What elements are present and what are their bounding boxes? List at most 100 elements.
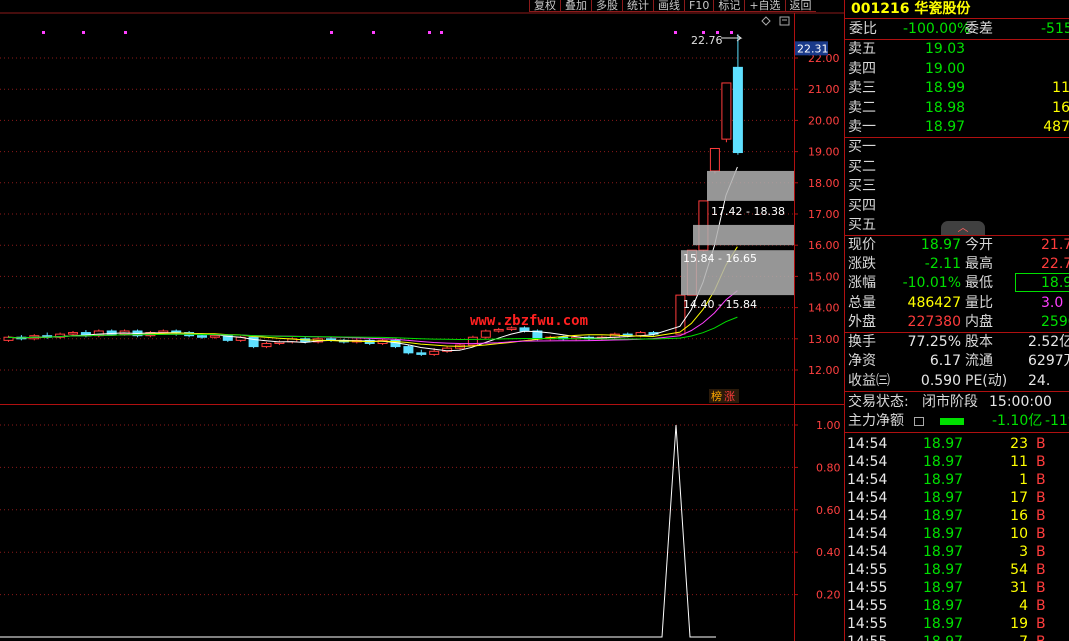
ask-row: 卖三 18.99 11 (845, 79, 1069, 98)
stat2-value-left: 6.17 (929, 353, 961, 370)
price-axis-label: 18.00 (808, 177, 840, 190)
toolbar-draw-button[interactable]: 画线 (653, 0, 684, 12)
candle-body (480, 330, 491, 338)
bid-label: 买五 (848, 217, 876, 233)
bid-row: 买二 (845, 158, 1069, 177)
tick-side: B (1036, 526, 1046, 542)
chip-range-label: 17.42 - 18.38 (711, 205, 785, 218)
price-axis-label: 12.00 (808, 364, 840, 377)
stat2-label-right: PE(动) (965, 372, 1008, 389)
candle-body (68, 332, 78, 335)
tick-price: 18.97 (923, 562, 964, 578)
toolbar-f10-button[interactable]: F10 (684, 0, 714, 12)
tick-volume: 16 (1010, 508, 1028, 524)
stat2-value-left: 0.590 (920, 372, 961, 389)
tick-side: B (1036, 633, 1046, 641)
tick-time: 14:54 (847, 526, 888, 542)
tick-time: 14:55 (847, 580, 888, 596)
candle-body (493, 328, 504, 332)
peak-price-label: 22.76 (691, 34, 723, 47)
mainflow-value2: -119 (1045, 413, 1069, 429)
candle-body (721, 82, 732, 140)
candle-body (403, 346, 414, 354)
tick-price: 18.97 (923, 472, 964, 488)
candle-body (261, 342, 272, 348)
tick-row: 14:54 18.97 11 B (845, 453, 1069, 472)
watermark-text: www.zbzfwu.com (470, 313, 588, 329)
tick-volume: 4 (1019, 598, 1028, 614)
tick-price: 18.97 (923, 454, 964, 470)
chip-range-label: 14.40 - 15.84 (683, 298, 757, 311)
trade-status-label: 交易状态: (848, 394, 909, 410)
board-badge-text2: 涨 (724, 390, 735, 403)
stat2-value-right: 2.52亿 (1028, 334, 1069, 350)
peak-arrow-icon (721, 34, 743, 42)
signal-marker (674, 31, 677, 34)
stock-title: 001216 华瓷股份 (851, 1, 971, 17)
quote-stat2-row: 净资 6.17流通 6297万 (845, 352, 1069, 371)
stat-label-left: 涨幅 (848, 275, 876, 292)
kline-chart[interactable]: 22.0021.0020.0019.0018.0017.0016.0015.00… (0, 0, 844, 641)
tick-row: 14:54 18.97 23 B (845, 435, 1069, 454)
quote-stat2-row: 换手 77.25% 股本 2.52亿 (845, 333, 1069, 352)
weibi-label: 委比 (849, 21, 877, 37)
trade-status-row: 交易状态: 闭市阶段 15:00:00 (845, 393, 1069, 412)
price-axis-label: 19.00 (808, 146, 840, 159)
tick-price: 18.97 (923, 580, 964, 596)
indicator-axis-label: 0.80 (816, 461, 841, 474)
tick-price: 18.97 (923, 616, 964, 632)
indicator-axis-label: 1.00 (816, 419, 841, 432)
tick-volume: 7 (1019, 633, 1028, 641)
price-axis-label: 14.00 (808, 302, 840, 315)
bid-label: 买二 (848, 158, 876, 175)
tick-volume: 31 (1010, 580, 1028, 596)
stat-label-left: 总量 (848, 294, 876, 311)
toolbar-fuquan-button[interactable]: 复权 (529, 0, 560, 12)
stat-value-left: -2.11 (924, 256, 961, 273)
tick-time: 14:55 (847, 562, 888, 578)
bid-row: 买一 (845, 138, 1069, 157)
price-axis-label: 20.00 (808, 114, 840, 127)
ask-label: 卖三 (848, 80, 876, 96)
stat-label-right: 量比 (965, 294, 993, 311)
tick-time: 14:54 (847, 544, 888, 560)
toolbar-mark-button[interactable]: 标记 (713, 0, 745, 12)
tick-volume: 10 (1010, 526, 1028, 542)
stat-value-left: -10.01% (902, 275, 961, 292)
current-price-tag: 22.31 (797, 42, 829, 55)
ask-volume: 11 (1052, 80, 1069, 96)
toolbar-back-button[interactable]: 返回 (784, 0, 816, 12)
toolbar-multistock-button[interactable]: 多股 (591, 0, 622, 12)
ask-row: 卖一 18.97 487 (845, 118, 1069, 137)
indicator-axis-label: 0.40 (816, 546, 841, 559)
toolbar-stats-button[interactable]: 统计 (622, 0, 653, 12)
stat-value-right: 22.7 (1041, 256, 1069, 273)
ask-price: 19.03 (925, 41, 966, 57)
candle-body (197, 335, 207, 338)
stat-value-right: 25904 (1041, 313, 1069, 330)
toolbar-overlay-button[interactable]: 叠加 (560, 0, 591, 12)
bid-row: 买三 (845, 177, 1069, 196)
toolbar-add-watchlist-button[interactable]: +自选 (744, 0, 785, 12)
weicha-value: -515 (1041, 21, 1069, 37)
ask-price: 19.00 (925, 60, 966, 77)
mainflow-info-icon[interactable] (914, 417, 924, 426)
tick-side: B (1036, 580, 1046, 596)
stat-value-right: 21.7 (1041, 237, 1069, 253)
tick-row: 14:54 18.97 1 B (845, 471, 1069, 490)
price-axis-label: 16.00 (808, 239, 840, 252)
signal-marker (730, 31, 733, 34)
collapse-orderbook-icon[interactable]: ︿ (941, 221, 985, 235)
tick-price: 18.97 (923, 508, 964, 524)
indicator-axis-label: 0.20 (816, 589, 841, 602)
stat-label-right: 最低 (965, 275, 993, 292)
signal-marker (124, 31, 127, 34)
ask-volume: 487 (1043, 119, 1069, 135)
ask-price: 18.99 (925, 80, 966, 96)
tick-price: 18.97 (923, 490, 964, 506)
stat2-label-right: 股本 (965, 334, 993, 350)
quote-stat-row: 总量 486427 量比 3.0 (845, 294, 1069, 313)
chart-toolbar: 复权 叠加 多股 统计 画线 F10 标记 +自选 返回 (529, 0, 816, 12)
bid-row: 买四 (845, 197, 1069, 216)
tick-volume: 19 (1010, 616, 1028, 632)
